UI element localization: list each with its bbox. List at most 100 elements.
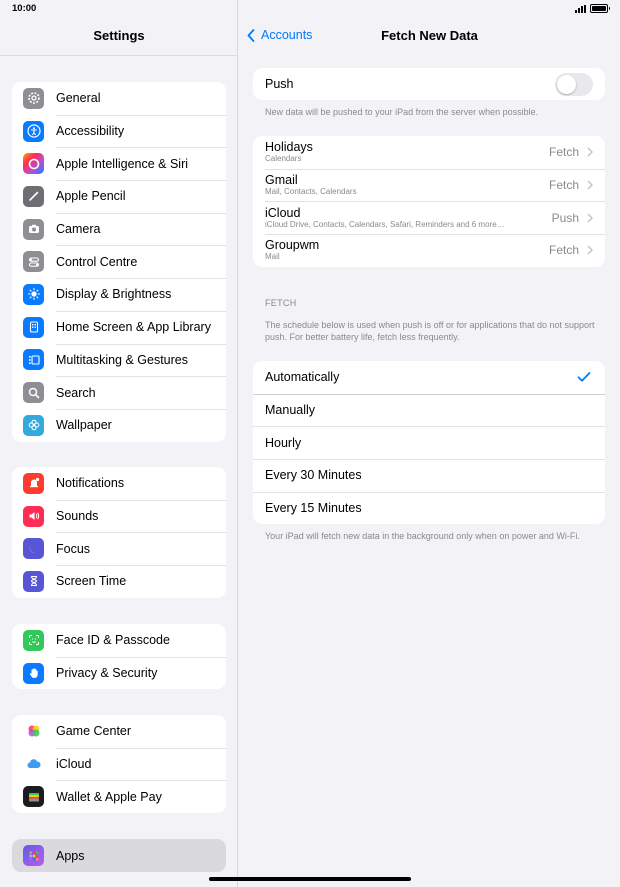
sidebar-header-divider xyxy=(0,55,238,56)
fetch-option-manually[interactable]: Manually xyxy=(253,393,605,427)
sidebar-item-focus[interactable]: Focus xyxy=(12,532,226,565)
sidebar-item-general[interactable]: General xyxy=(12,82,226,115)
sidebar-item-accessibility[interactable]: Accessibility xyxy=(12,114,226,148)
status-bar: 10:00 xyxy=(0,0,620,20)
back-button[interactable]: Accounts xyxy=(247,28,312,42)
sidebar-item-label: Wallpaper xyxy=(56,418,112,433)
sidebar-item-label: Apple Intelligence & Siri xyxy=(56,156,189,171)
sidebar-item-display-brightness[interactable]: Display & Brightness xyxy=(12,278,226,311)
sidebar-item-label: Sounds xyxy=(56,509,99,524)
sidebar-item-label: Control Centre xyxy=(56,254,138,269)
camera-icon xyxy=(23,218,44,240)
sidebar-item-camera[interactable]: Camera xyxy=(12,212,226,246)
account-row-holidays[interactable]: Holidays Calendars Fetch xyxy=(253,136,605,169)
sidebar-item-label: Screen Time xyxy=(56,574,127,589)
fetch-section-header: FETCH xyxy=(265,298,297,308)
hand-icon xyxy=(23,662,44,684)
accounts-card: Holidays Calendars Fetch Gmail Mail, Con… xyxy=(253,136,605,267)
account-services: Calendars xyxy=(265,154,302,164)
multitasking-icon xyxy=(23,349,44,371)
sidebar-item-game-center[interactable]: Game Center xyxy=(12,715,226,748)
sidebar-item-label: Display & Brightness xyxy=(56,287,172,302)
account-services: Mail xyxy=(265,252,280,262)
sidebar-item-multitasking[interactable]: Multitasking & Gestures xyxy=(12,343,226,377)
fetch-option-label: Every 15 Minutes xyxy=(265,501,362,516)
settings-group-system: General Accessibility Apple Intelligence… xyxy=(12,82,226,442)
fetch-new-data-pane: Accounts Fetch New Data Push New data wi… xyxy=(239,0,620,887)
sidebar-item-label: Home Screen & App Library xyxy=(56,320,211,335)
wallet-icon xyxy=(23,786,44,808)
apps-icon xyxy=(23,845,44,866)
sidebar-item-privacy-security[interactable]: Privacy & Security xyxy=(12,656,226,690)
account-row-gmail[interactable]: Gmail Mail, Contacts, Calendars Fetch xyxy=(253,168,605,202)
hourglass-icon xyxy=(23,570,44,592)
sounds-icon xyxy=(23,505,44,527)
signal-icon xyxy=(575,4,586,13)
push-toggle[interactable] xyxy=(555,72,593,96)
focus-icon xyxy=(23,538,44,560)
fetch-option-automatically[interactable]: Automatically xyxy=(253,361,605,394)
sidebar-item-screen-time[interactable]: Screen Time xyxy=(12,565,226,598)
sidebar-item-face-id[interactable]: Face ID & Passcode xyxy=(12,624,226,657)
notifications-icon xyxy=(23,472,44,494)
sidebar-item-label: Accessibility xyxy=(56,124,125,139)
sidebar-item-apple-intelligence[interactable]: Apple Intelligence & Siri xyxy=(12,147,226,180)
fetch-footnote: The schedule below is used when push is … xyxy=(265,320,595,342)
settings-sidebar: Settings General Accessibility Apple Int… xyxy=(0,0,238,887)
sidebar-item-wallpaper[interactable]: Wallpaper xyxy=(12,408,226,442)
sidebar-item-home-screen[interactable]: Home Screen & App Library xyxy=(12,310,226,344)
search-icon xyxy=(23,382,44,404)
fetch-option-label: Hourly xyxy=(265,435,302,450)
checkmark-icon xyxy=(577,372,591,383)
battery-icon xyxy=(590,4,610,13)
account-fetch-mode: Push xyxy=(551,210,579,225)
chevron-right-icon xyxy=(587,245,593,255)
brightness-icon xyxy=(23,283,44,305)
fetch-option-label: Automatically xyxy=(265,370,340,385)
sidebar-item-label: Wallet & Apple Pay xyxy=(56,789,162,804)
gear-icon xyxy=(23,87,44,109)
status-icons xyxy=(575,4,610,13)
sidebar-item-notifications[interactable]: Notifications xyxy=(12,467,226,500)
control-centre-icon xyxy=(23,251,44,273)
sidebar-item-label: Multitasking & Gestures xyxy=(56,352,188,367)
sidebar-item-icloud[interactable]: iCloud xyxy=(12,747,226,781)
chevron-right-icon xyxy=(587,147,593,157)
fetch-options-card: Automatically Manually Hourly Every 30 M… xyxy=(253,361,605,525)
account-fetch-mode: Fetch xyxy=(548,243,579,258)
chevron-left-icon xyxy=(247,28,255,42)
back-button-label: Accounts xyxy=(261,28,313,42)
fetch-option-hourly[interactable]: Hourly xyxy=(253,426,605,459)
sidebar-item-sounds[interactable]: Sounds xyxy=(12,499,226,533)
chevron-right-icon xyxy=(587,180,593,190)
sidebar-item-label: Notifications xyxy=(56,476,125,491)
sidebar-item-label: Game Center xyxy=(56,724,132,739)
fetch-bottom-footnote: Your iPad will fetch new data in the bac… xyxy=(265,531,580,541)
sidebar-item-wallet[interactable]: Wallet & Apple Pay xyxy=(12,780,226,813)
game-center-icon xyxy=(23,720,44,742)
push-label: Push xyxy=(265,77,294,91)
sidebar-item-label: Apps xyxy=(56,848,85,863)
settings-group-security: Face ID & Passcode Privacy & Security xyxy=(12,624,226,690)
face-id-icon xyxy=(23,629,44,651)
sidebar-item-label: iCloud xyxy=(56,757,92,772)
fetch-option-label: Every 30 Minutes xyxy=(265,468,362,483)
sidebar-item-control-centre[interactable]: Control Centre xyxy=(12,245,226,278)
sidebar-item-label: Apple Pencil xyxy=(56,189,126,204)
fetch-option-label: Manually xyxy=(265,403,316,418)
fetch-option-every-30-minutes[interactable]: Every 30 Minutes xyxy=(253,459,605,492)
account-row-icloud[interactable]: iCloud iCloud Drive, Contacts, Calendars… xyxy=(253,201,605,234)
sidebar-item-label: Camera xyxy=(56,222,101,237)
account-services: Mail, Contacts, Calendars xyxy=(265,187,357,197)
sidebar-item-label: Privacy & Security xyxy=(56,666,158,681)
pencil-icon xyxy=(23,185,44,207)
push-footnote: New data will be pushed to your iPad fro… xyxy=(265,107,539,117)
home-indicator[interactable] xyxy=(209,877,411,881)
account-row-groupwm[interactable]: Groupwm Mail Fetch xyxy=(253,234,605,267)
wallpaper-icon xyxy=(23,414,44,436)
sidebar-item-apps[interactable]: Apps xyxy=(12,839,226,872)
sidebar-item-apple-pencil[interactable]: Apple Pencil xyxy=(12,180,226,213)
sidebar-item-search[interactable]: Search xyxy=(12,376,226,409)
fetch-option-every-15-minutes[interactable]: Every 15 Minutes xyxy=(253,491,605,525)
account-fetch-mode: Fetch xyxy=(548,178,579,193)
